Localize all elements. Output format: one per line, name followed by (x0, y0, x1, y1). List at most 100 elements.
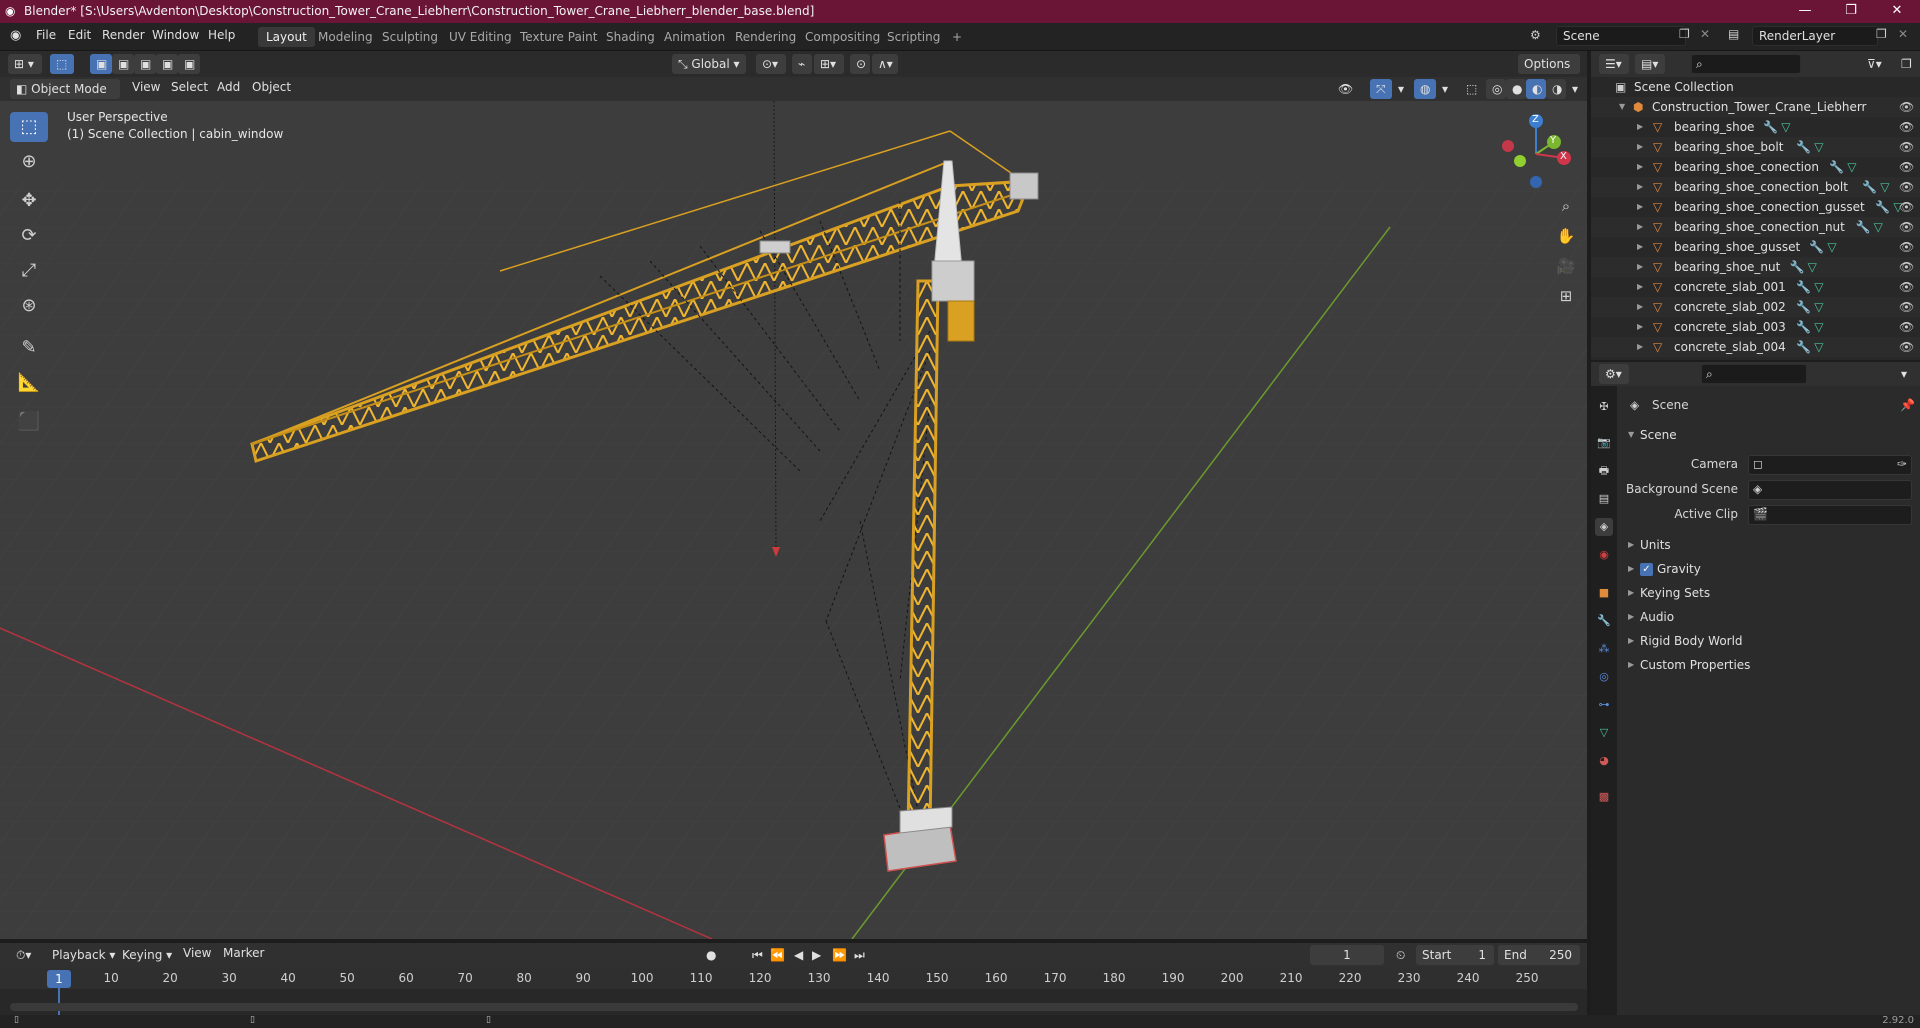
mesh-data-icon[interactable]: ▽ (1827, 237, 1836, 257)
menu-window[interactable]: Window (152, 28, 199, 42)
outliner-object-row[interactable]: ▶ ▽ bearing_shoe_conection_bolt 🔧 ▽ 👁 (1591, 177, 1920, 197)
material-shading-icon[interactable]: ◐ (1526, 79, 1546, 99)
tab-compositing[interactable]: Compositing (797, 27, 888, 47)
tab-uv-editing[interactable]: UV Editing (441, 27, 520, 47)
pin-icon[interactable]: 📌 (1900, 398, 1915, 412)
keying-menu[interactable]: Keying ▾ (116, 945, 178, 965)
properties-search-input[interactable]: ⌕ (1701, 364, 1807, 384)
frame-ruler[interactable]: 10 20 30 40 50 60 70 80 90 100 110 120 130 140 150 160 1… (0, 967, 1587, 989)
record-icon[interactable]: ● (700, 945, 722, 965)
timeline-view-menu[interactable]: View (183, 946, 211, 960)
object-eye-icon[interactable]: 👁 (1899, 217, 1914, 237)
object-eye-icon[interactable]: 👁 (1899, 237, 1914, 257)
menu-edit[interactable]: Edit (68, 28, 91, 42)
expand-arrow-icon[interactable]: ▶ (1637, 297, 1643, 317)
mesh-data-icon[interactable]: ▽ (1808, 257, 1817, 277)
object-eye-icon[interactable]: 👁 (1899, 257, 1914, 277)
new-scene-icon[interactable]: ❐ (1679, 27, 1690, 41)
modifiers-tab-icon[interactable]: 🔧 (1595, 612, 1613, 630)
texture-tab-icon[interactable]: ▩ (1595, 788, 1613, 806)
outliner-scene-collection[interactable]: ▣ Scene Collection (1591, 77, 1920, 97)
material-tab-icon[interactable]: ◕ (1595, 752, 1613, 770)
jump-start-icon[interactable]: ⏮ (746, 945, 764, 965)
particles-tab-icon[interactable]: ⁂ (1595, 640, 1613, 658)
perspective-toggle-icon[interactable]: ⊞ (1552, 282, 1580, 310)
editor-type-icon[interactable]: ⊞ ▾ (8, 54, 42, 74)
menu-view[interactable]: View (132, 80, 160, 94)
view-layer-selector[interactable]: RenderLayer (1752, 26, 1878, 46)
pan-hand-icon[interactable]: ✋ (1552, 222, 1580, 250)
tab-rendering[interactable]: Rendering (727, 27, 804, 47)
expand-arrow-icon[interactable]: ▶ (1637, 257, 1643, 277)
scene-selector[interactable]: Scene (1556, 26, 1686, 46)
move-tool-icon[interactable]: ✥ (10, 186, 48, 216)
tab-animation[interactable]: Animation (656, 27, 733, 47)
expand-arrow-icon[interactable]: ▶ (1637, 317, 1643, 337)
options-dropdown[interactable]: Options (1518, 54, 1580, 74)
outliner-object-row[interactable]: ▶ ▽ bearing_shoe_gusset 🔧 ▽ 👁 (1591, 237, 1920, 257)
rotate-tool-icon[interactable]: ⟳ (10, 221, 48, 251)
object-tab-icon[interactable]: ■ (1595, 584, 1613, 602)
menu-add[interactable]: Add (217, 80, 240, 94)
timeline-marker-menu[interactable]: Marker (223, 946, 264, 960)
modifier-icon[interactable]: 🔧 (1763, 117, 1778, 137)
select-mode-subtract-icon[interactable]: ▣ (134, 54, 156, 74)
object-eye-icon[interactable]: 👁 (1899, 317, 1914, 337)
modifier-icon[interactable]: 🔧 (1829, 157, 1844, 177)
select-box-tool-icon[interactable]: ⬚ (10, 112, 48, 142)
transform-orientation-dropdown[interactable]: ⤡ Global ▾ (672, 54, 746, 74)
start-frame-field[interactable]: Start 1 (1416, 945, 1494, 965)
mesh-data-icon[interactable]: ▽ (1814, 337, 1823, 357)
collection-eye-icon[interactable]: 👁 (1899, 97, 1914, 117)
timeline-body[interactable]: 10 20 30 40 50 60 70 80 90 100 110 120 130 140 150 160 1… (0, 967, 1587, 1015)
menu-render[interactable]: Render (102, 28, 145, 42)
snap-target-icon[interactable]: ⊞▾ (814, 54, 844, 74)
navigation-gizmo[interactable]: Z Y X (1500, 112, 1580, 192)
expand-arrow-icon[interactable]: ▶ (1637, 197, 1643, 217)
menu-help[interactable]: Help (208, 28, 235, 42)
camera-field[interactable]: ◻ ✑ (1748, 455, 1912, 475)
outliner-object-row[interactable]: ▶ ▽ bearing_shoe_nut 🔧 ▽ 👁 (1591, 257, 1920, 277)
mesh-data-icon[interactable]: ▽ (1847, 157, 1856, 177)
tab-modeling[interactable]: Modeling (310, 27, 381, 47)
measure-tool-icon[interactable]: 📐 (10, 368, 48, 398)
add-workspace-button[interactable]: + (944, 27, 970, 47)
camera-view-icon[interactable]: 🎥 (1552, 252, 1580, 280)
object-eye-icon[interactable]: 👁 (1899, 137, 1914, 157)
viewport-canvas[interactable] (0, 101, 1587, 939)
new-collection-icon[interactable]: ❐ (1895, 54, 1915, 74)
gravity-panel[interactable]: ▶ ✓ Gravity (1626, 558, 1916, 580)
filter-icon[interactable]: ⊽▾ (1861, 54, 1891, 74)
menu-object[interactable]: Object (252, 80, 291, 94)
xray-icon[interactable]: ⬚ (1460, 79, 1482, 99)
tab-shading[interactable]: Shading (598, 27, 663, 47)
tab-layout[interactable]: Layout (258, 27, 315, 47)
modifier-icon[interactable]: 🔧 (1796, 277, 1811, 297)
properties-options-icon[interactable]: ▾ (1895, 364, 1915, 384)
constraints-tab-icon[interactable]: ⊶ (1595, 696, 1613, 714)
playback-menu[interactable]: Playback ▾ (46, 945, 121, 965)
proportional-edit-icon[interactable]: ⊙ (850, 54, 870, 74)
output-tab-icon[interactable]: 🖶 (1595, 462, 1613, 480)
expand-arrow-icon[interactable]: ▶ (1637, 157, 1643, 177)
blender-menu-icon[interactable]: ◉ (10, 28, 21, 43)
scale-tool-icon[interactable]: ⤢ (10, 256, 48, 286)
scene-panel-header[interactable]: ▼ Scene (1626, 424, 1916, 446)
snap-icon[interactable]: ⌁ (792, 54, 812, 74)
outliner-object-row[interactable]: ▶ ▽ bearing_shoe_conection 🔧 ▽ 👁 (1591, 157, 1920, 177)
object-eye-icon[interactable]: 👁 (1899, 277, 1914, 297)
current-frame-indicator[interactable]: 1 (47, 970, 71, 988)
display-mode-icon[interactable]: ▤▾ (1635, 54, 1665, 74)
scene-icon[interactable]: ⚙ (1530, 28, 1541, 42)
expand-arrow-icon[interactable]: ▼ (1619, 97, 1625, 117)
delete-view-layer-icon[interactable]: ✕ (1898, 27, 1908, 41)
object-eye-icon[interactable]: 👁 (1899, 157, 1914, 177)
gizmo-toggle-icon[interactable]: ⤧ (1370, 79, 1392, 99)
outliner-object-row[interactable]: ▶ ▽ concrete_slab_004 🔧 ▽ 👁 (1591, 337, 1920, 357)
modifier-icon[interactable]: 🔧 (1809, 237, 1824, 257)
object-eye-icon[interactable]: 👁 (1899, 177, 1914, 197)
gizmo-dropdown-icon[interactable]: ▾ (1392, 79, 1408, 99)
outliner-object-row[interactable]: ▶ ▽ bearing_shoe_conection_nut 🔧 ▽ 👁 (1591, 217, 1920, 237)
outliner-object-row[interactable]: ▶ ▽ bearing_shoe_bolt 🔧 ▽ 👁 (1591, 137, 1920, 157)
outliner-object-row[interactable]: ▶ ▽ bearing_shoe_conection_gusset 🔧 ▽ 👁 (1591, 197, 1920, 217)
